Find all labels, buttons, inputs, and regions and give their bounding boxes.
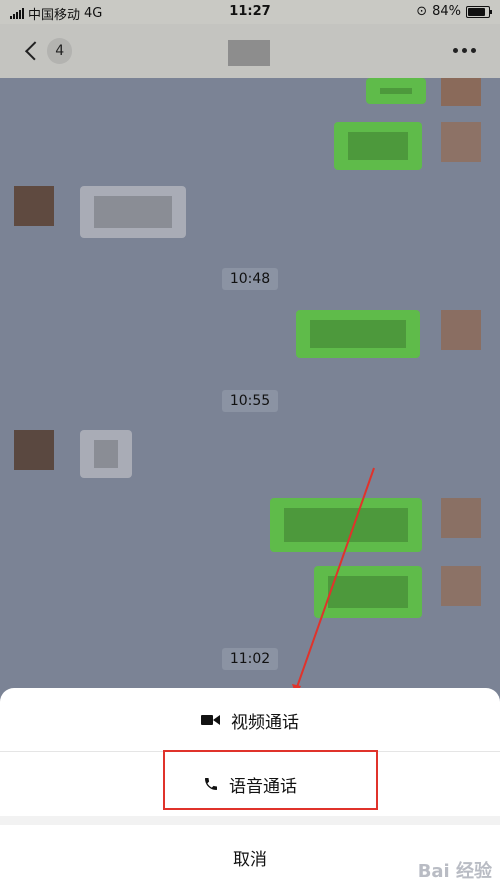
watermark: Bai 经验 [417,861,492,882]
video-camera-icon [201,714,221,726]
video-call-option[interactable]: 视频通话 [0,688,500,752]
cancel-label: 取消 [233,849,267,870]
video-call-label: 视频通话 [231,712,299,733]
highlight-box [163,750,378,810]
section-gap [0,816,500,825]
call-action-sheet: 视频通话 语音通话 取消 Bai 经验 [0,688,500,889]
